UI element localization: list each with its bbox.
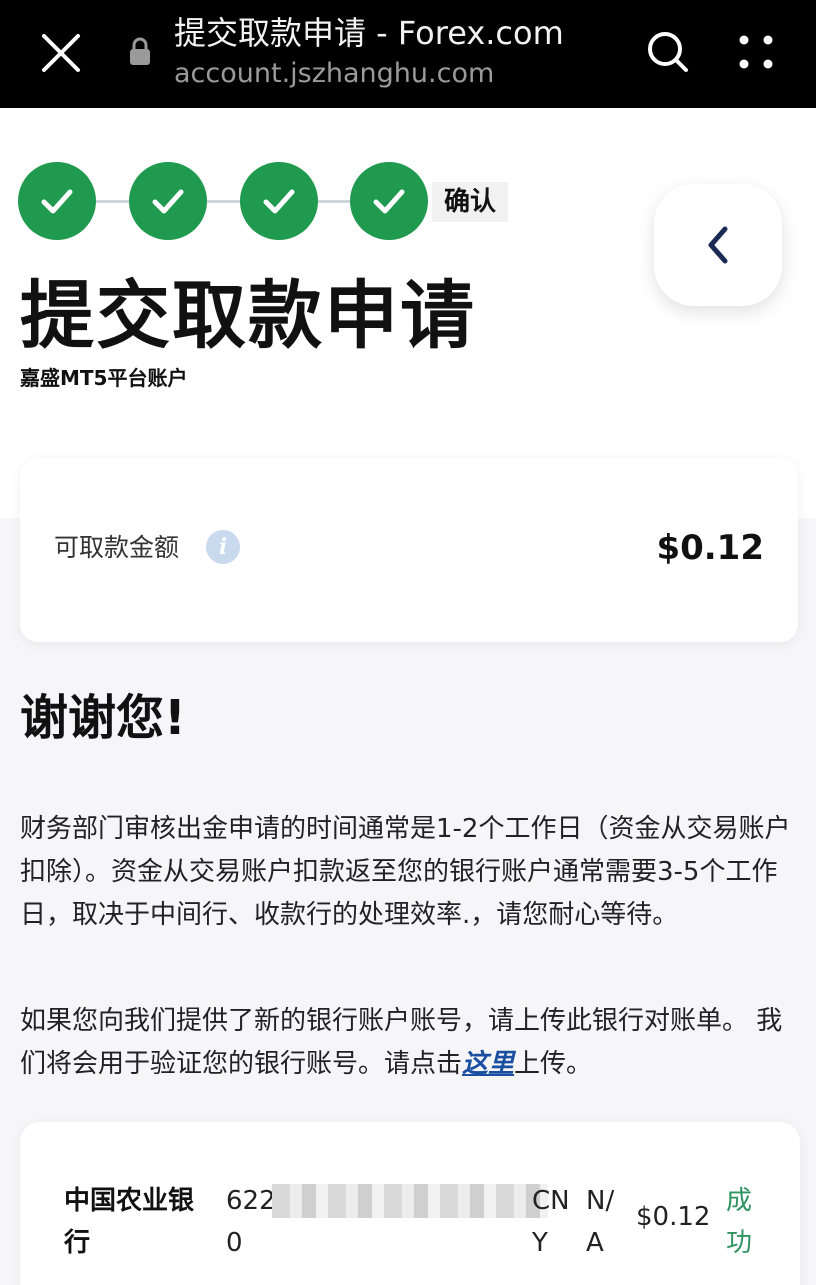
page-title: 提交取款申请: [20, 273, 476, 359]
step-3-complete: [240, 162, 318, 240]
available-amount-value: $0.12: [656, 528, 764, 568]
upload-text-end: 上传。: [514, 1049, 593, 1079]
account-name: 嘉盛MT5平台账户: [20, 366, 188, 390]
chevron-left-icon: [708, 226, 728, 264]
transaction-card: 中国农业银行 622 0 CNY N/A $0.12 成功: [20, 1122, 800, 1285]
step-4-complete: [350, 162, 428, 240]
more-options-icon[interactable]: [736, 32, 776, 72]
checkmark-icon: [41, 189, 73, 214]
redacted-account-digits: [272, 1184, 548, 1218]
lock-icon: [130, 37, 150, 65]
upload-here-link[interactable]: 这里: [462, 1049, 514, 1079]
browser-page-title: 提交取款申请 - Forex.com: [174, 14, 564, 52]
processing-info-text: 财务部门审核出金申请的时间通常是1-2个工作日（资金从交易账户扣除）。资金从交易…: [20, 814, 791, 930]
back-button[interactable]: [654, 184, 782, 306]
available-amount-label: 可取款金额: [54, 533, 180, 562]
transaction-bank-name: 中国农业银行: [64, 1186, 195, 1258]
transaction-reference: N/A: [586, 1186, 615, 1258]
step-1-complete: [18, 162, 96, 240]
transaction-currency: CNY: [532, 1186, 570, 1258]
available-amount-card: 可取款金额 i $0.12: [20, 458, 798, 642]
checkmark-icon: [373, 189, 405, 214]
transaction-amount: $0.12: [636, 1202, 711, 1232]
step-2-complete: [129, 162, 207, 240]
checkmark-icon: [263, 189, 295, 214]
browser-url[interactable]: account.jszhanghu.com: [174, 58, 494, 89]
account-number-suffix: 0: [226, 1228, 243, 1258]
close-icon[interactable]: [38, 30, 84, 76]
current-step-label: 确认: [432, 182, 509, 222]
account-number-prefix: 622: [226, 1186, 276, 1216]
transaction-status: 成功: [726, 1186, 753, 1258]
search-icon[interactable]: [644, 28, 692, 76]
browser-top-bar: 提交取款申请 - Forex.com account.jszhanghu.com: [0, 0, 816, 108]
upload-text-start: 如果您向我们提供了新的银行账户账号，请上传此银行对账单。 我们将会用于验证您的银…: [20, 1006, 783, 1079]
checkmark-icon: [152, 189, 184, 214]
thank-you-heading: 谢谢您!: [20, 690, 186, 746]
info-icon[interactable]: i: [206, 530, 240, 564]
upload-statement-text: 如果您向我们提供了新的银行账户账号，请上传此银行对账单。 我们将会用于验证您的银…: [20, 1000, 800, 1086]
